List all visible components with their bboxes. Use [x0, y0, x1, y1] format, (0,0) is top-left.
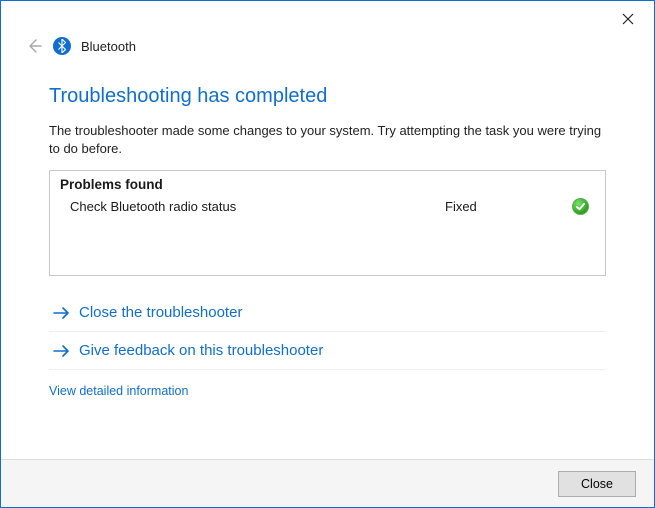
problem-status: Fixed	[445, 199, 535, 214]
give-feedback-action[interactable]: Give feedback on this troubleshooter	[49, 332, 606, 370]
arrow-right-icon	[53, 344, 71, 358]
close-troubleshooter-action[interactable]: Close the troubleshooter	[49, 294, 606, 332]
page-description: The troubleshooter made some changes to …	[49, 122, 606, 158]
problem-row: Check Bluetooth radio status Fixed	[60, 196, 595, 217]
problems-header: Problems found	[60, 177, 595, 192]
page-heading: Troubleshooting has completed	[49, 85, 606, 108]
header: Bluetooth	[1, 37, 654, 63]
footer: Close	[1, 459, 654, 507]
action-label: Give feedback on this troubleshooter	[79, 342, 323, 359]
window-close-button[interactable]	[612, 7, 644, 31]
problem-status-icon-cell	[535, 198, 595, 215]
action-list: Close the troubleshooter Give feedback o…	[49, 294, 606, 370]
content-area: Troubleshooting has completed The troubl…	[1, 63, 654, 459]
title-bar	[1, 1, 654, 37]
check-icon	[572, 198, 589, 215]
close-button[interactable]: Close	[558, 471, 636, 497]
problems-box: Problems found Check Bluetooth radio sta…	[49, 170, 606, 276]
arrow-left-icon	[26, 38, 42, 54]
bluetooth-icon	[53, 37, 71, 55]
arrow-right-icon	[53, 306, 71, 320]
action-label: Close the troubleshooter	[79, 304, 242, 321]
close-icon	[622, 13, 634, 25]
problem-label: Check Bluetooth radio status	[70, 199, 445, 214]
back-button[interactable]	[25, 37, 43, 55]
troubleshooter-window: Bluetooth Troubleshooting has completed …	[0, 0, 655, 508]
header-title: Bluetooth	[81, 39, 136, 54]
view-detailed-info-link[interactable]: View detailed information	[49, 384, 606, 398]
